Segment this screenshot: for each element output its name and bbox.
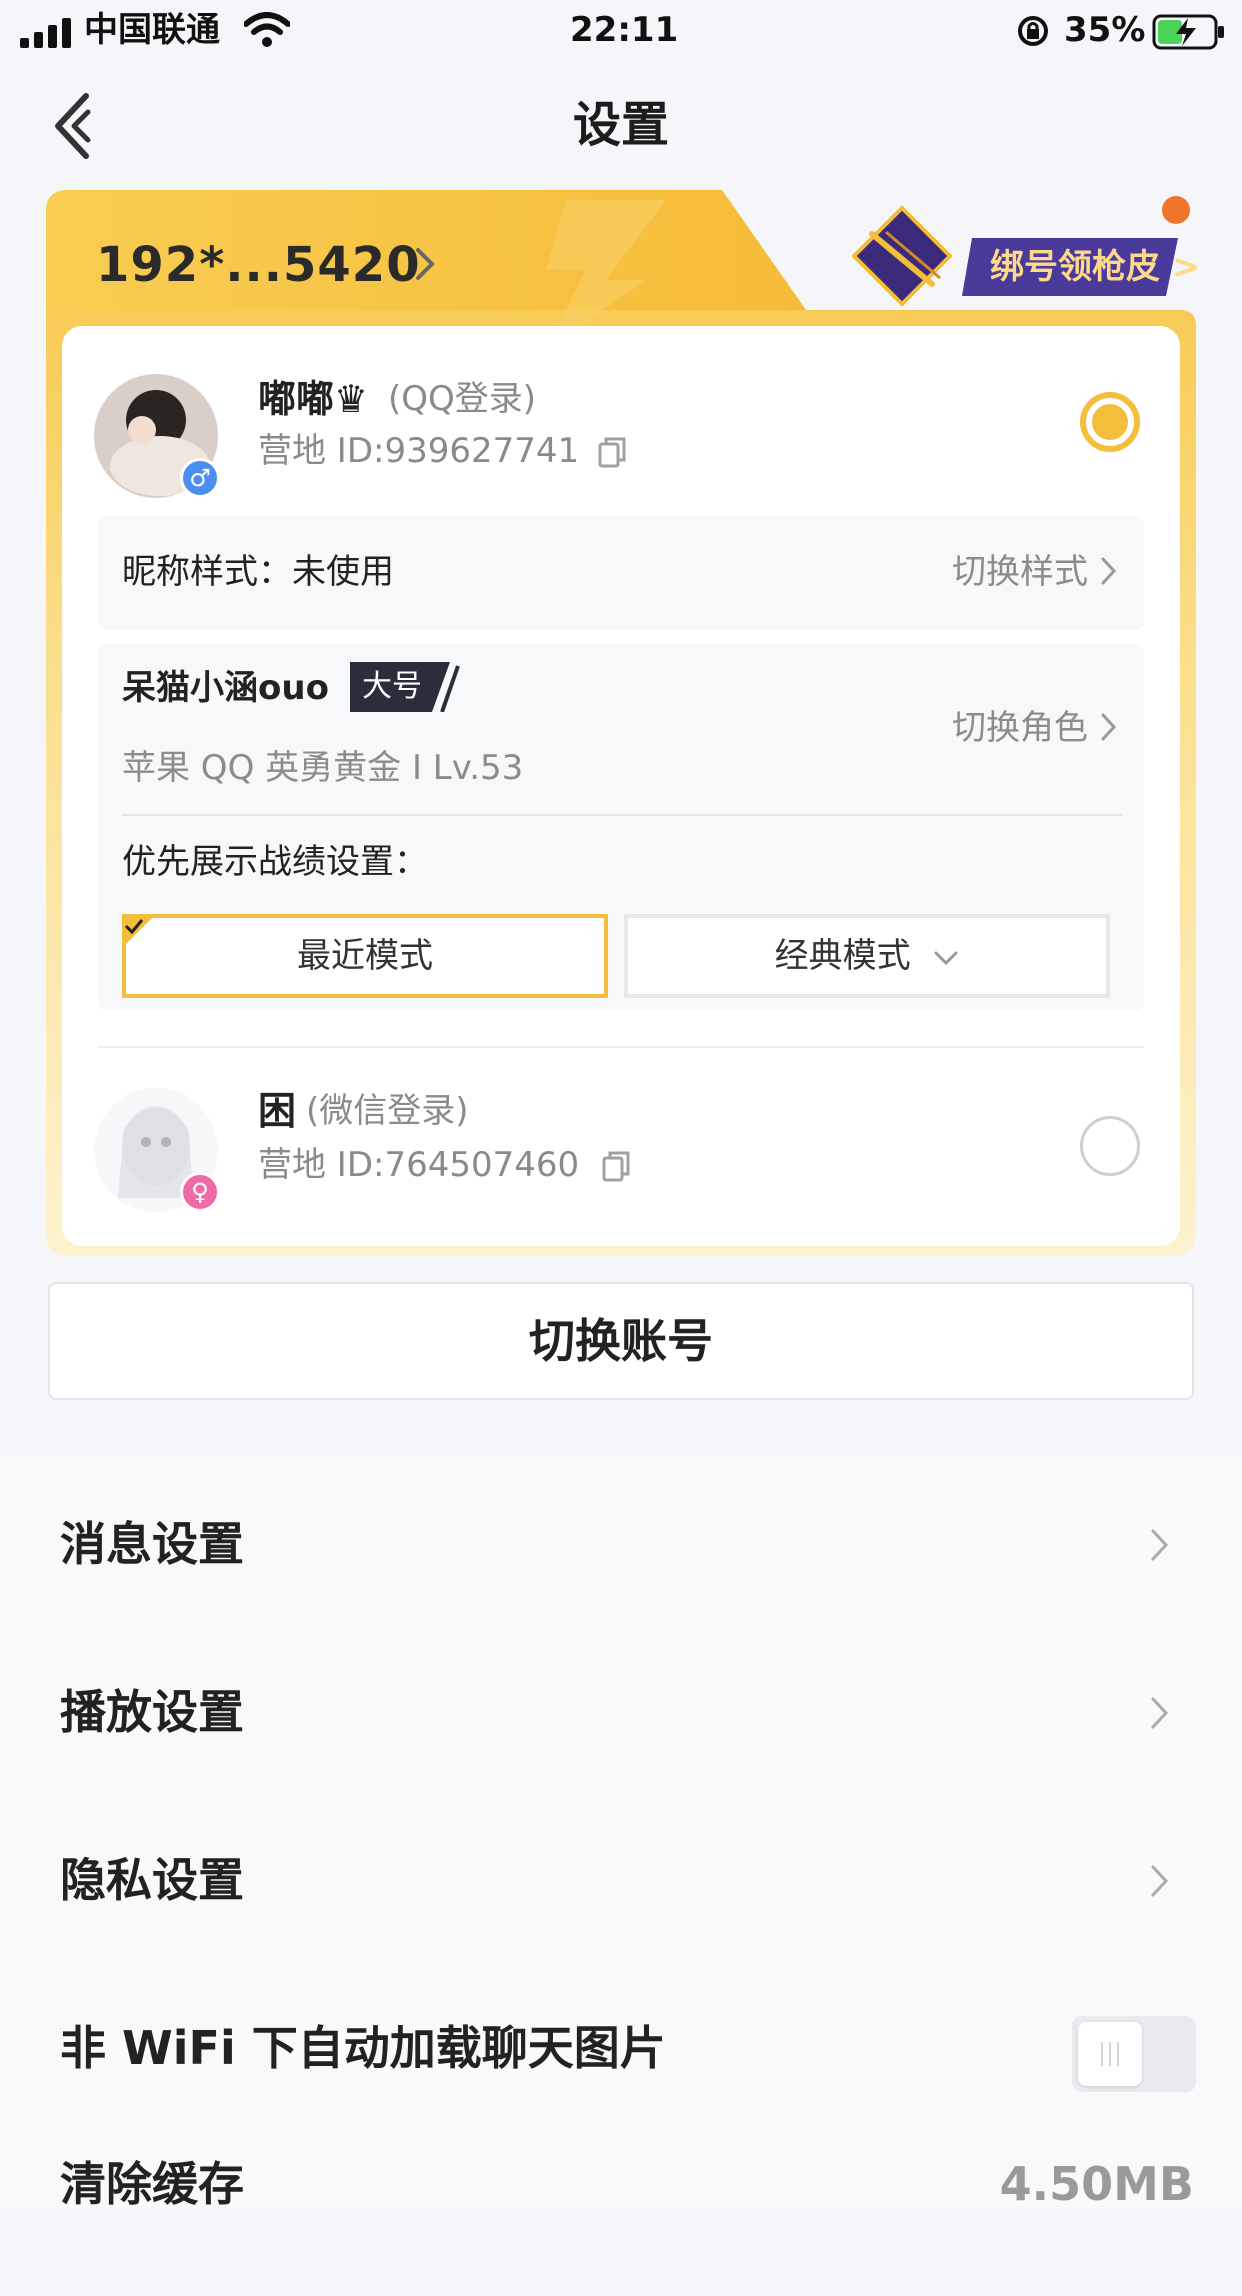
- female-icon: ♀: [180, 1172, 220, 1212]
- bind-account-banner[interactable]: 绑号领枪皮 >: [852, 204, 1200, 308]
- chevron-right-icon: [1151, 1529, 1169, 1561]
- nickname-style-row[interactable]: 昵称样式：未使用 切换样式: [98, 516, 1144, 630]
- divider: [98, 1046, 1144, 1048]
- account-row[interactable]: ♂ 嘟嘟♛ (QQ登录) 营地 ID:939627741: [62, 326, 1180, 512]
- switch-account-button[interactable]: 切换账号: [48, 1282, 1194, 1400]
- wifi-image-autoload-item: 非 WiFi 下自动加载聊天图片: [0, 1960, 1242, 2128]
- role-block: 呆猫小涵ouo 大号 苹果 QQ 英勇黄金 I Lv.53 切换角色 优先展示战…: [98, 644, 1144, 1010]
- camp-id: 营地 ID:764507460: [258, 1145, 580, 1185]
- battery-charging-icon: [1152, 14, 1224, 50]
- bind-banner-label: 绑号领枪皮 >: [990, 247, 1201, 287]
- account-name: 困: [258, 1089, 297, 1133]
- signal-icon: [20, 18, 71, 48]
- setting-label: 清除缓存: [60, 2157, 244, 2211]
- priority-label: 优先展示战绩设置：: [122, 842, 428, 882]
- chevron-down-icon: [934, 951, 958, 965]
- account-card: 192*...5420 绑号领枪皮 > ♂ 嘟嘟♛ (QQ登录) 营地 ID:9…: [46, 190, 1200, 1256]
- switch-role-link[interactable]: 切换角色: [888, 704, 1088, 752]
- classic-mode-dropdown[interactable]: 经典模式: [624, 914, 1110, 998]
- privacy-settings-item[interactable]: 隐私设置: [0, 1792, 1242, 1960]
- chevron-right-icon: [1101, 713, 1117, 741]
- setting-label: 隐私设置: [60, 1853, 244, 1907]
- notification-dot: [1162, 196, 1190, 224]
- nickname-style-label: 昵称样式：未使用: [122, 552, 394, 592]
- camp-id: 营地 ID:939627741: [258, 431, 580, 471]
- main-account-badge-label: 大号: [362, 669, 422, 704]
- chevron-right-icon: [1101, 557, 1117, 585]
- male-icon: ♂: [180, 458, 220, 498]
- role-detail: 苹果 QQ 英勇黄金 I Lv.53: [122, 748, 524, 788]
- wifi-icon: [244, 12, 290, 47]
- status-bar: 中国联通 22:11 35%: [0, 0, 1242, 64]
- account-name: 嘟嘟♛: [258, 377, 369, 421]
- copy-icon[interactable]: [602, 1150, 630, 1182]
- setting-label: 播放设置: [60, 1685, 244, 1739]
- copy-icon[interactable]: [598, 436, 626, 468]
- recent-mode-button[interactable]: 最近模式: [122, 914, 608, 998]
- account-radio-unselected[interactable]: [1080, 1116, 1140, 1176]
- setting-label: 非 WiFi 下自动加载聊天图片: [60, 2021, 666, 2075]
- checkmark-corner-icon: [122, 914, 156, 948]
- login-type: (QQ登录): [388, 379, 537, 419]
- rotation-lock-icon: [1018, 16, 1048, 46]
- battery-percent: 35%: [1064, 10, 1146, 50]
- chevron-right-icon: [1151, 1697, 1169, 1729]
- wifi-autoload-toggle[interactable]: [1072, 2016, 1196, 2092]
- cache-size: 4.50MB: [999, 2157, 1194, 2211]
- clear-cache-item[interactable]: 清除缓存 4.50MB: [0, 2128, 1242, 2296]
- chevron-right-icon: [1151, 1865, 1169, 1897]
- main-account-badge: 大号: [350, 662, 462, 712]
- account-row[interactable]: ♀ 困 (微信登录) 营地 ID:764507460: [62, 1050, 1180, 1236]
- switch-style-link[interactable]: 切换样式: [888, 548, 1088, 596]
- message-settings-item[interactable]: 消息设置: [0, 1456, 1242, 1624]
- settings-list: 消息设置 播放设置 隐私设置 非 WiFi 下自动加载聊天图片 清除缓存 4.5…: [0, 1456, 1242, 2211]
- chevron-right-icon[interactable]: [414, 246, 438, 282]
- classic-mode-label: 经典模式: [774, 936, 911, 976]
- phone-number[interactable]: 192*...5420: [96, 230, 421, 300]
- carrier-label: 中国联通: [84, 10, 220, 50]
- playback-settings-item[interactable]: 播放设置: [0, 1624, 1242, 1792]
- toggle-knob: [1078, 2022, 1142, 2086]
- divider: [122, 814, 1122, 816]
- setting-label: 消息设置: [60, 1517, 244, 1571]
- role-name: 呆猫小涵ouo: [122, 668, 329, 708]
- recent-mode-label: 最近模式: [297, 936, 433, 976]
- account-radio-selected[interactable]: [1080, 392, 1140, 452]
- login-type: (微信登录): [306, 1091, 469, 1131]
- clock: 22:11: [570, 10, 679, 50]
- page-title: 设置: [572, 97, 669, 153]
- accounts-panel: ♂ 嘟嘟♛ (QQ登录) 营地 ID:939627741 昵称样式：未使用 切换…: [62, 326, 1180, 1246]
